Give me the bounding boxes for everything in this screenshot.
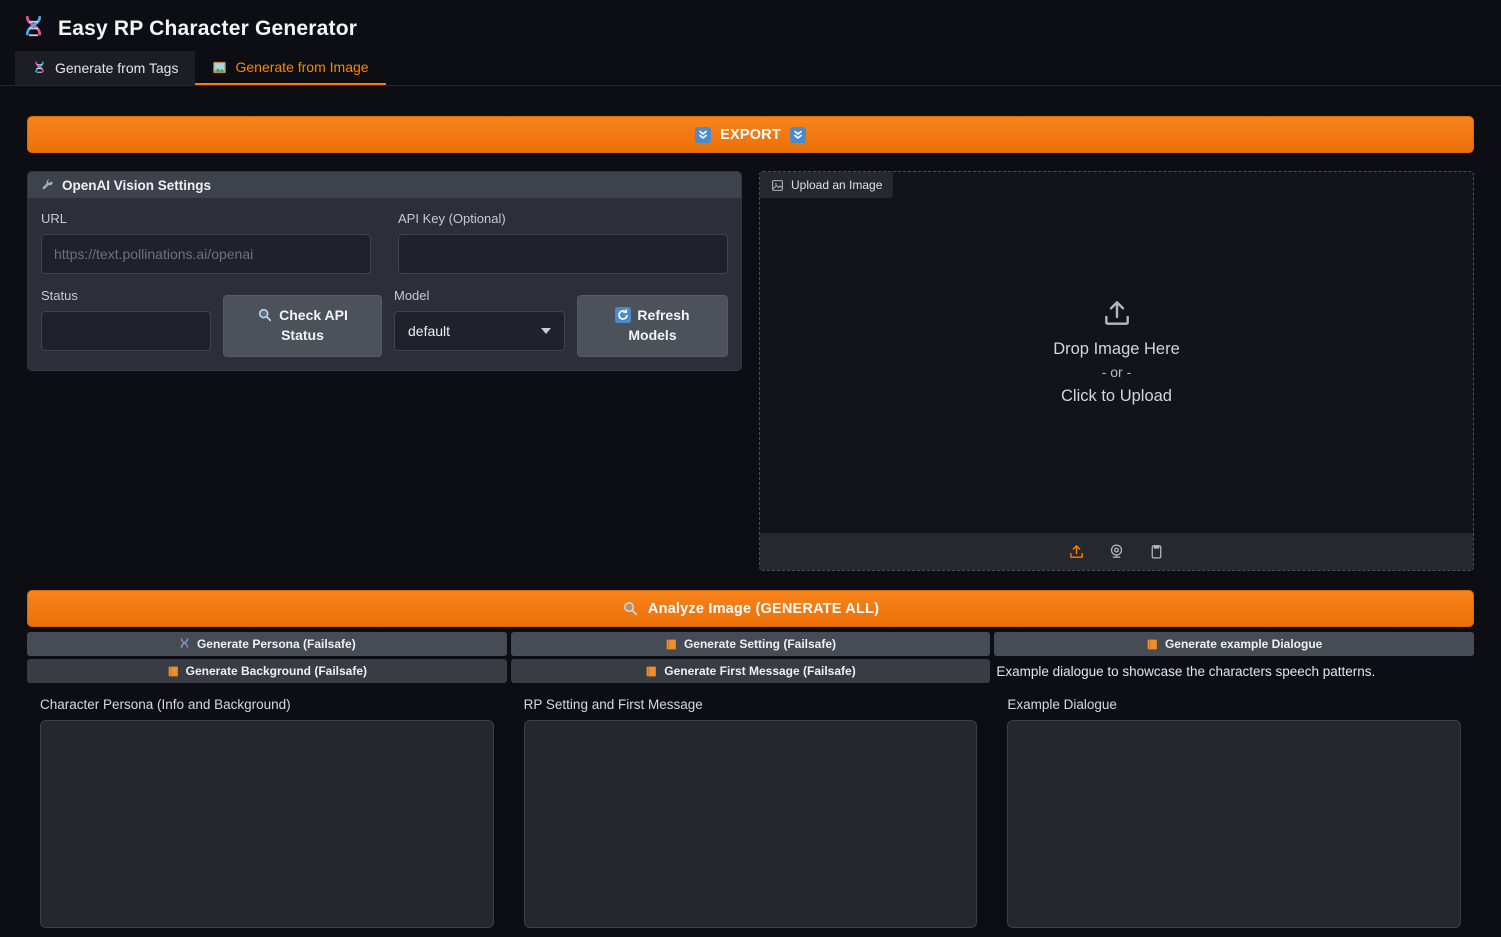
refresh-models-label: Refresh Models [628, 307, 690, 343]
status-input[interactable] [41, 311, 211, 351]
webcam-source-button[interactable] [1108, 543, 1125, 561]
tab-label: Generate from Image [235, 59, 369, 75]
tab-generate-from-tags[interactable]: Generate from Tags [15, 51, 196, 85]
orange-book-icon [645, 665, 658, 678]
export-button-label: EXPORT [720, 126, 781, 143]
webcam-icon [1110, 543, 1123, 558]
generator-grid: Generate Persona (Failsafe) Generate Bac… [27, 632, 1474, 933]
dna-icon [32, 60, 47, 76]
drop-image-here-text: Drop Image Here [1053, 339, 1180, 358]
main-content: EXPORT OpenAI Vision Settings URL https:… [0, 116, 1501, 933]
double-down-arrow-icon [695, 126, 712, 143]
settings-panel-header: OpenAI Vision Settings [28, 172, 741, 198]
character-persona-textarea[interactable] [40, 720, 494, 928]
page-title: Easy RP Character Generator [58, 16, 358, 40]
drop-or-text: - or - [1101, 364, 1132, 381]
check-api-status-button[interactable]: Check API Status [223, 295, 382, 357]
export-button[interactable]: EXPORT [27, 116, 1474, 153]
check-api-status-label: Check API Status [279, 307, 348, 343]
image-source-bar [760, 533, 1473, 570]
wrench-icon [40, 178, 54, 192]
magnifier-icon [257, 307, 273, 323]
image-upload-icon [771, 179, 784, 192]
clipboard-icon [1151, 544, 1162, 559]
generate-first-message-label: Generate First Message (Failsafe) [664, 664, 856, 678]
model-select[interactable]: default [394, 311, 565, 351]
upload-arrow-icon [1070, 544, 1083, 558]
generate-background-label: Generate Background (Failsafe) [185, 664, 368, 678]
upload-arrow-icon [1104, 300, 1129, 325]
persona-column: Generate Persona (Failsafe) Generate Bac… [27, 632, 507, 933]
example-dialogue-textarea[interactable] [1007, 720, 1461, 928]
upload-tab-label: Upload an Image [791, 178, 883, 192]
api-key-input[interactable] [398, 234, 728, 274]
generate-persona-label: Generate Persona (Failsafe) [196, 637, 356, 651]
model-select-value: default [408, 323, 451, 339]
api-key-label: API Key (Optional) [398, 211, 506, 226]
tab-bar: Generate from Tags Generate from Image [0, 51, 1501, 86]
analyze-image-label: Analyze Image (GENERATE ALL) [647, 600, 880, 617]
dialogue-column: Generate example Dialogue Example dialog… [994, 632, 1474, 933]
paste-source-button[interactable] [1148, 543, 1165, 561]
generate-background-button[interactable]: Generate Background (Failsafe) [27, 659, 507, 683]
status-label: Status [41, 288, 78, 303]
openai-vision-settings-panel: OpenAI Vision Settings URL API Key (Opti… [27, 171, 742, 371]
image-upload-panel: Upload an Image Drop Image Here - or - C… [759, 171, 1474, 571]
generate-setting-label: Generate Setting (Failsafe) [683, 637, 837, 651]
generate-first-message-button[interactable]: Generate First Message (Failsafe) [510, 659, 991, 683]
upload-an-image-tab[interactable]: Upload an Image [760, 172, 894, 198]
analyze-image-button[interactable]: Analyze Image (GENERATE ALL) [27, 590, 1474, 627]
magnifier-icon [622, 600, 639, 617]
settings-panel-body: URL API Key (Optional) Status Check API … [28, 198, 741, 370]
dna-logo-icon [20, 15, 47, 42]
example-dialogue-label: Example Dialogue [1007, 697, 1117, 712]
generate-example-dialogue-button[interactable]: Generate example Dialogue [994, 632, 1474, 656]
tab-label: Generate from Tags [55, 60, 179, 76]
orange-book-icon [665, 638, 678, 651]
rp-setting-label: RP Setting and First Message [523, 697, 703, 712]
image-drop-zone[interactable]: Drop Image Here - or - Click to Upload [760, 172, 1473, 533]
url-label: URL [41, 211, 68, 226]
url-input[interactable] [41, 234, 371, 274]
refresh-icon [615, 307, 632, 324]
framed-picture-icon [212, 60, 227, 75]
chevron-down-icon [541, 328, 551, 334]
rp-setting-textarea[interactable] [523, 720, 978, 928]
click-to-upload-text: Click to Upload [1061, 386, 1172, 405]
settings-panel-title: OpenAI Vision Settings [62, 177, 212, 193]
dna-icon [178, 637, 191, 651]
character-persona-label: Character Persona (Info and Background) [40, 697, 291, 712]
setting-column: Generate Setting (Failsafe) Generate Fir… [510, 632, 991, 933]
app-header: Easy RP Character Generator [0, 0, 1501, 51]
orange-book-icon [167, 665, 180, 678]
upload-source-button[interactable] [1068, 543, 1085, 561]
model-label: Model [394, 288, 430, 303]
example-dialogue-note: Example dialogue to showcase the charact… [996, 663, 1376, 679]
orange-book-icon [1146, 638, 1159, 651]
tab-generate-from-image[interactable]: Generate from Image [195, 51, 386, 85]
refresh-models-button[interactable]: Refresh Models [577, 295, 728, 357]
generate-persona-button[interactable]: Generate Persona (Failsafe) [27, 632, 507, 656]
generate-setting-button[interactable]: Generate Setting (Failsafe) [510, 632, 991, 656]
double-down-arrow-icon [789, 126, 806, 143]
generate-example-dialogue-label: Generate example Dialogue [1164, 637, 1323, 651]
